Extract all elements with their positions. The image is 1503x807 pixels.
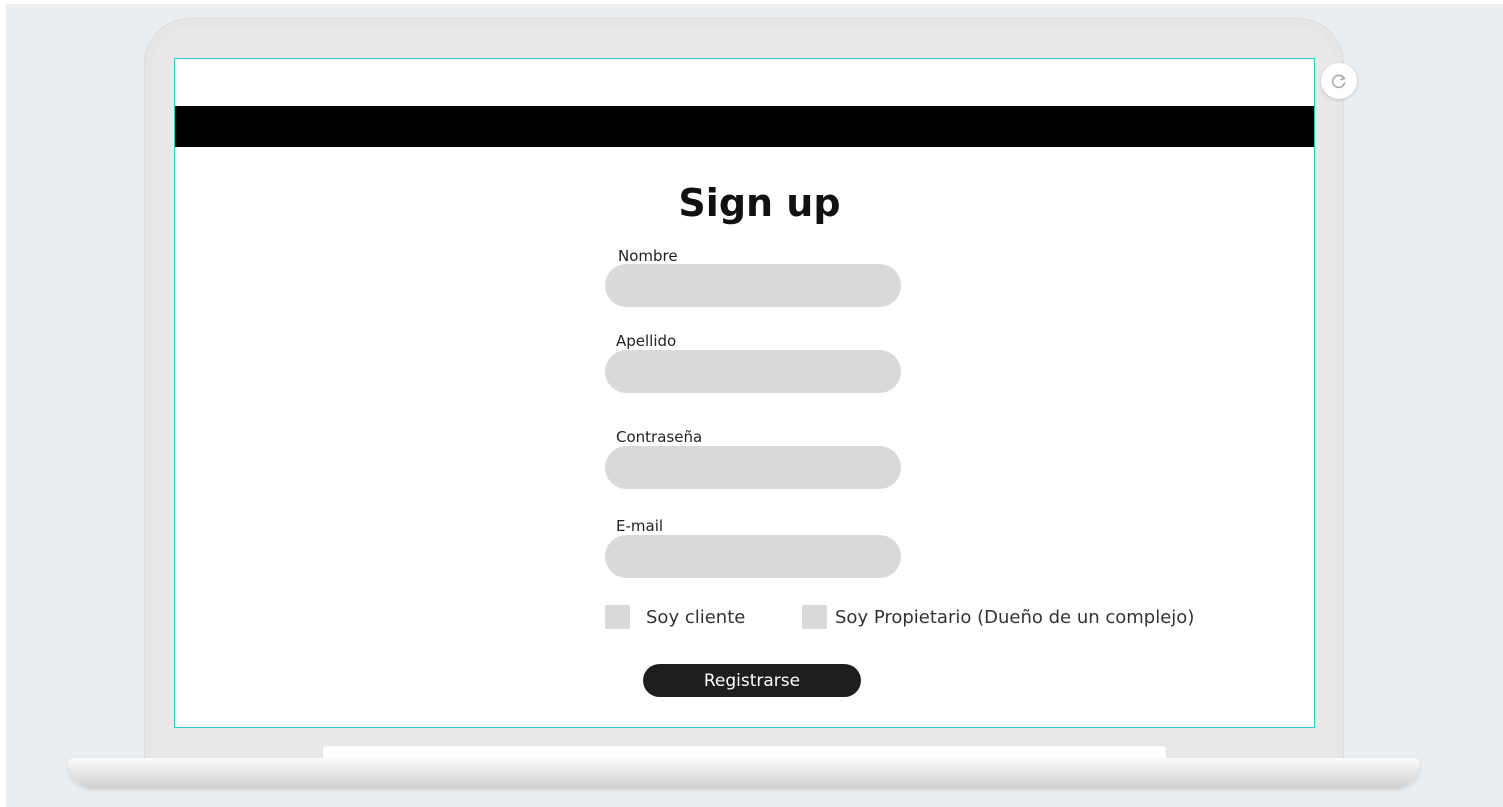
registrarse-button[interactable]: Registrarse	[643, 664, 861, 697]
soy-propietario-option[interactable]: Soy Propietario (Dueño de un complejo)	[802, 605, 1194, 629]
apellido-input[interactable]	[605, 350, 901, 393]
laptop-hinge	[322, 745, 1167, 759]
email-input[interactable]	[605, 535, 901, 578]
refresh-icon	[1331, 74, 1346, 89]
laptop-screen: Sign up Nombre Apellido Contraseña E-mai…	[174, 58, 1315, 728]
refresh-button[interactable]	[1321, 63, 1357, 99]
apellido-label: Apellido	[616, 332, 677, 350]
soy-cliente-label: Soy cliente	[646, 606, 746, 628]
laptop-base	[68, 758, 1420, 788]
soy-cliente-option[interactable]: Soy cliente	[605, 605, 745, 629]
soy-propietario-label: Soy Propietario (Dueño de un complejo)	[835, 606, 1195, 628]
contrasena-label: Contraseña	[616, 428, 703, 446]
nombre-input[interactable]	[605, 264, 901, 307]
nombre-label: Nombre	[618, 247, 678, 265]
email-label: E-mail	[616, 517, 664, 535]
header-bar	[175, 106, 1314, 147]
soy-cliente-checkbox[interactable]	[605, 605, 630, 629]
soy-propietario-checkbox[interactable]	[802, 605, 827, 629]
contrasena-input[interactable]	[605, 446, 901, 489]
page-title: Sign up	[678, 181, 841, 225]
